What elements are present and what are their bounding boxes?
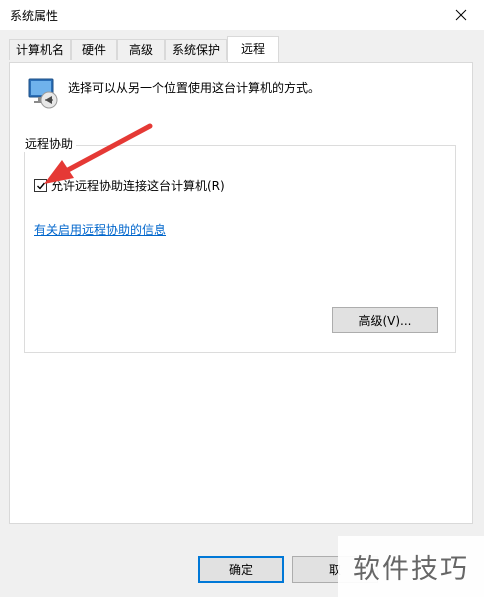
close-button[interactable] — [438, 0, 484, 30]
checkmark-icon — [36, 182, 45, 190]
tab-advanced[interactable]: 高级 — [117, 39, 165, 60]
tab-remote[interactable]: 远程 — [227, 36, 279, 62]
remote-tab-panel: 选择可以从另一个位置使用这台计算机的方式。 远程协助 允许远程协助连接这台计算机… — [9, 62, 473, 524]
watermark-text: 软件技巧 — [338, 536, 484, 597]
window-title: 系统属性 — [10, 9, 59, 23]
ok-button[interactable]: 确定 — [198, 556, 284, 583]
remote-assistance-info-link[interactable]: 有关启用远程协助的信息 — [34, 221, 166, 238]
tab-hardware[interactable]: 硬件 — [71, 39, 117, 60]
tab-system-protection[interactable]: 系统保护 — [165, 39, 227, 60]
tab-computer-name[interactable]: 计算机名 — [9, 39, 71, 60]
advanced-button[interactable]: 高级(V)... — [332, 307, 438, 333]
checkbox-label: 允许远程协助连接这台计算机(R) — [51, 179, 225, 193]
allow-remote-assistance-checkbox[interactable]: 允许远程协助连接这台计算机(R) — [34, 177, 225, 194]
remote-desktop-icon — [28, 78, 58, 109]
header-description: 选择可以从另一个位置使用这台计算机的方式。 — [68, 81, 321, 95]
close-icon — [455, 9, 467, 21]
remote-assistance-group-label: 远程协助 — [22, 135, 77, 152]
checkbox-box[interactable] — [34, 179, 47, 192]
system-properties-window: 系统属性 计算机名 硬件 高级 系统保护 远程 选择可以从另一个位置使用这台计算… — [0, 0, 484, 597]
title-bar: 系统属性 — [0, 0, 484, 30]
